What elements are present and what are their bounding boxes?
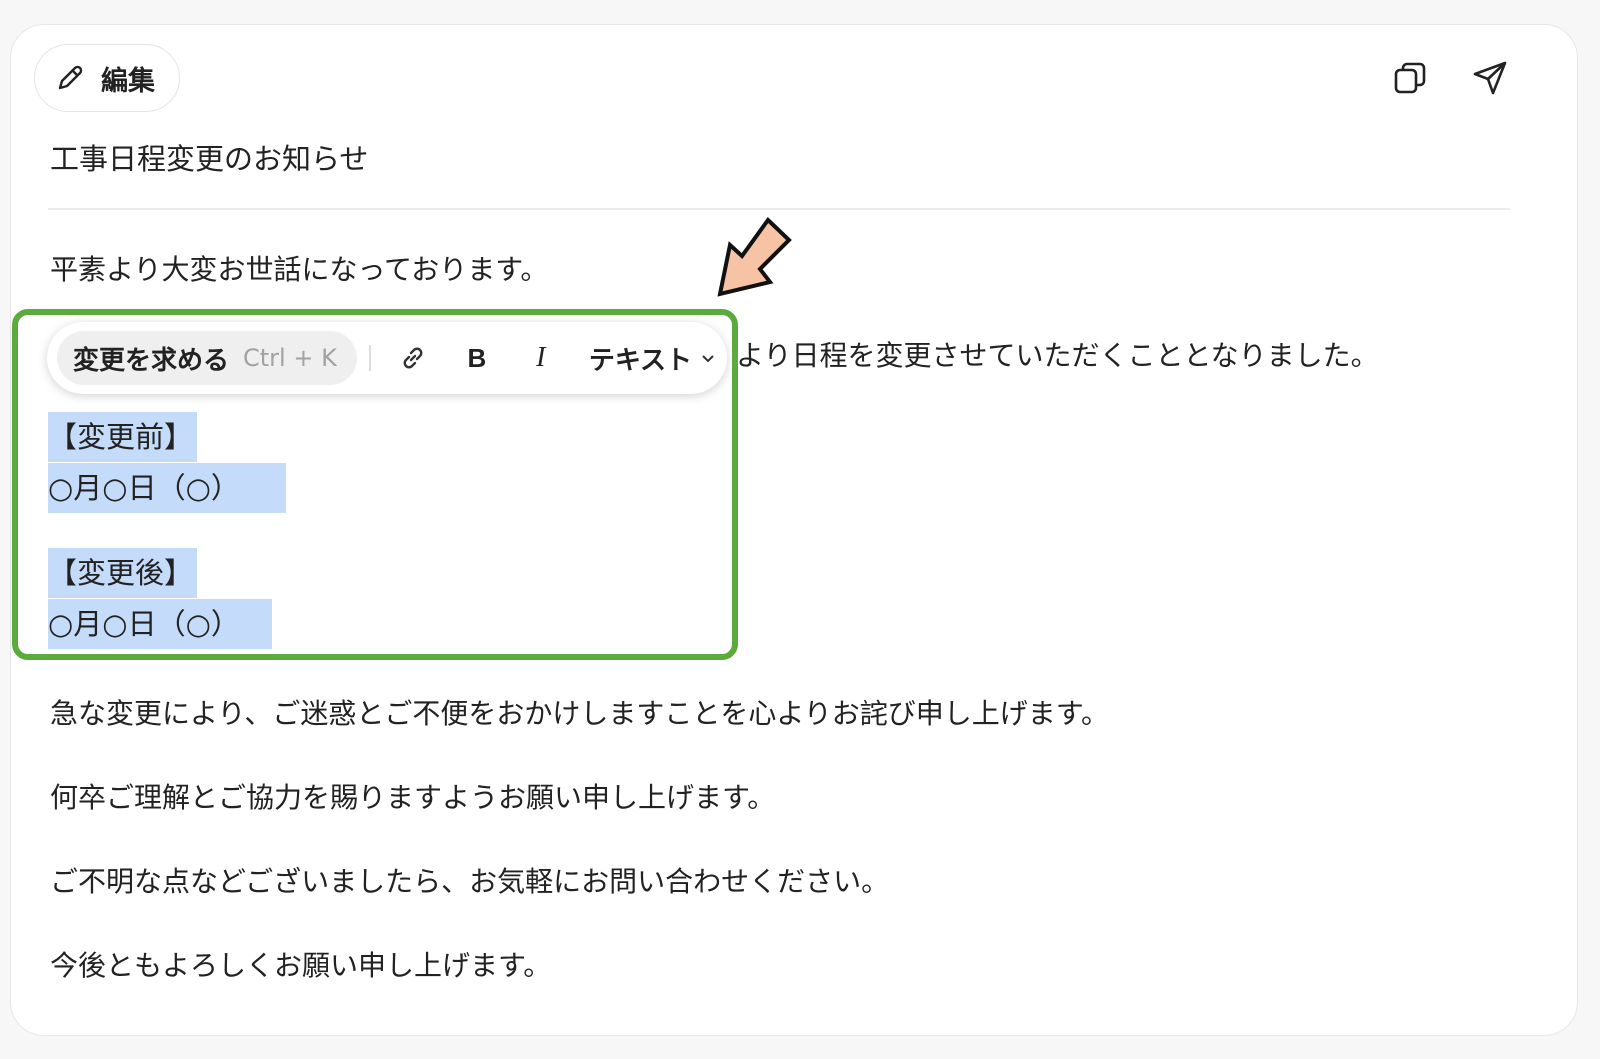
request-text: 何卒ご理解とご協力を賜りますようお願い申し上げます。: [50, 781, 776, 814]
chevron-down-icon: [700, 349, 718, 367]
arrow-annotation-icon: [712, 214, 796, 302]
document-title: 工事日程変更のお知らせ: [50, 142, 369, 176]
greeting-text: 平素より大変お世話になっております。: [50, 253, 549, 286]
edit-button-label: 編集: [101, 65, 155, 97]
ask-change-shortcut: Ctrl + K: [243, 344, 337, 372]
text-style-label: テキスト: [588, 345, 693, 376]
ask-change-button[interactable]: 変更を求める Ctrl + K: [57, 331, 357, 385]
after-date[interactable]: ○月○日（○）: [48, 599, 272, 649]
italic-button[interactable]: I: [519, 336, 563, 380]
toolbar-separator: [368, 345, 371, 371]
text-style-dropdown[interactable]: テキスト: [589, 340, 718, 377]
edit-button[interactable]: 編集: [34, 44, 180, 112]
closing-text: 今後ともよろしくお願い申し上げます。: [50, 949, 552, 982]
schedule-change-text: より日程を変更させていただくこととなりました。: [736, 339, 1379, 372]
before-date[interactable]: ○月○日（○）: [48, 463, 286, 513]
bold-button[interactable]: B: [455, 336, 499, 380]
italic-label: I: [536, 342, 546, 373]
before-heading[interactable]: 【変更前】: [48, 412, 198, 462]
send-icon[interactable]: [1468, 56, 1512, 100]
ask-change-label: 変更を求める: [73, 345, 230, 376]
contact-text: ご不明な点などございましたら、お気軽にお問い合わせください。: [50, 865, 890, 898]
apology-text: 急な変更により、ご迷惑とご不便をおかけしますことを心よりお詫び申し上げます。: [50, 697, 1109, 730]
link-icon[interactable]: [391, 336, 435, 380]
copy-icon[interactable]: [1388, 56, 1432, 100]
bold-label: B: [467, 342, 487, 373]
pencil-icon: [53, 61, 87, 95]
after-heading[interactable]: 【変更後】: [48, 548, 198, 598]
format-toolbar: 変更を求める Ctrl + K B I テキスト: [47, 322, 727, 394]
title-divider: [48, 208, 1510, 210]
